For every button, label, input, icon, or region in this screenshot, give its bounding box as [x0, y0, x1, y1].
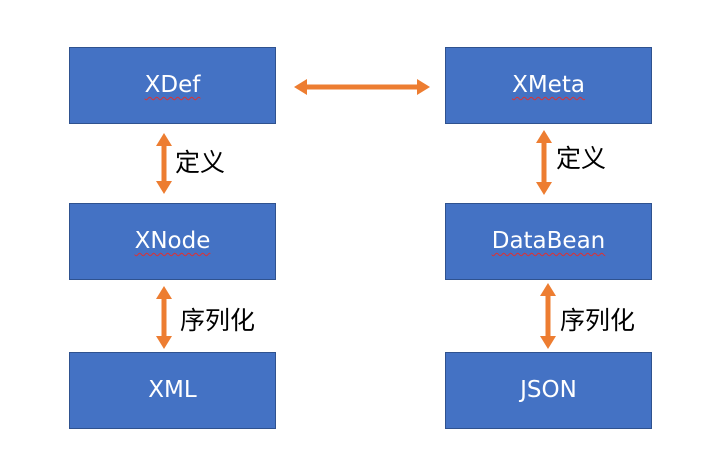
node-xdef: XDef — [69, 47, 276, 124]
node-json-label: JSON — [520, 377, 577, 403]
node-json: JSON — [445, 352, 652, 429]
xdef-xmeta-arrow — [294, 79, 430, 95]
node-xmeta: XMeta — [445, 47, 652, 124]
edge-label-right-serialize: 序列化 — [560, 306, 636, 335]
node-databean-label: DataBean — [491, 228, 606, 254]
edge-label-left-define: 定义 — [175, 148, 226, 177]
node-xnode-label: XNode — [134, 228, 211, 254]
node-xml-label: XML — [148, 377, 197, 403]
xdef-xnode-arrow — [156, 133, 172, 194]
edge-label-left-serialize: 序列化 — [180, 306, 256, 335]
xnode-xml-arrow — [156, 286, 172, 349]
edge-label-right-define: 定义 — [556, 144, 607, 173]
node-xdef-label: XDef — [144, 72, 201, 98]
node-databean: DataBean — [445, 203, 652, 280]
xmeta-databean-arrow — [536, 130, 552, 195]
node-xmeta-label: XMeta — [512, 72, 585, 98]
databean-json-arrow — [540, 283, 556, 349]
node-xnode: XNode — [69, 203, 276, 280]
node-xml: XML — [69, 352, 276, 429]
